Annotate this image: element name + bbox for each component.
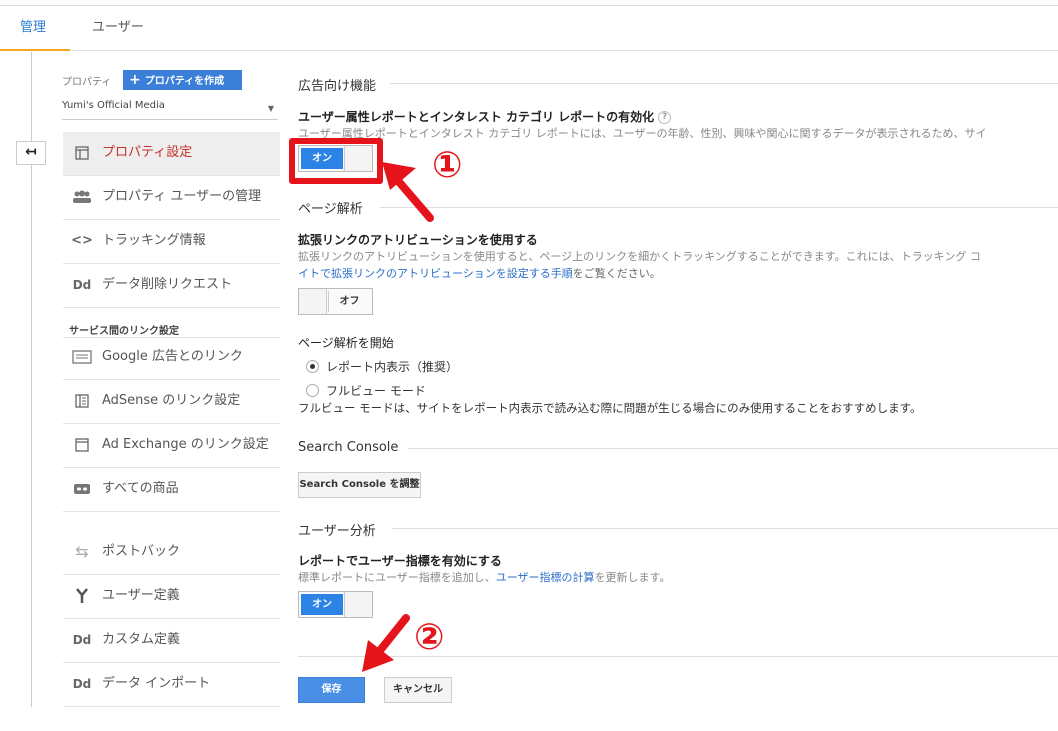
ads-icon — [71, 336, 93, 382]
property-icon — [71, 132, 93, 178]
sidebar-item-label: ポストバック — [102, 544, 181, 559]
user-metrics-desc-rest: を更新します。 — [594, 571, 671, 584]
radio-selected-icon — [306, 360, 319, 373]
ad-features-title-text: ユーザー属性レポートとインタレスト カテゴリ レポートの有効化 — [298, 110, 655, 124]
start-page-analytics-title: ページ解析を開始 — [298, 336, 394, 350]
sidebar-item-label: データ インポート — [102, 676, 211, 691]
dd-icon: Dd — [72, 633, 92, 647]
divider — [392, 528, 1058, 529]
adsense-icon — [71, 380, 93, 426]
tab-admin[interactable]: 管理 — [0, 6, 70, 51]
radio-fullview-label: フルビュー モード — [326, 384, 426, 398]
dd-icon: Dd — [72, 278, 92, 292]
plus-icon: + — [129, 72, 141, 88]
ad-features-title: ユーザー属性レポートとインタレスト カテゴリ レポートの有効化? — [298, 108, 672, 125]
sidebar-item-label: すべての商品 — [102, 481, 179, 496]
sidebar-item-ad-exchange[interactable]: Ad Exchange のリンク設定 — [63, 424, 280, 468]
help-icon[interactable]: ? — [658, 111, 672, 124]
enhanced-link-toggle[interactable]: オフ — [298, 288, 373, 315]
postback-icon: ⇆ — [75, 542, 89, 561]
property-label: プロパティ — [62, 77, 112, 88]
fork-icon — [71, 575, 93, 622]
radio-inpage-label: レポート内表示（推奨） — [326, 360, 459, 374]
ad-features-description: ユーザー属性レポートとインタレスト カテゴリ レポートには、ユーザーの年齢、性別… — [298, 127, 987, 140]
divider — [380, 207, 1058, 208]
section-page-analytics: ページ解析 — [298, 202, 363, 217]
create-property-button[interactable]: + プロパティを作成 — [123, 70, 242, 90]
adexchange-icon — [71, 424, 93, 470]
user-metrics-link[interactable]: ユーザー指標の計算 — [496, 571, 595, 584]
enhanced-link-help-link[interactable]: イトで拡張リンクのアトリビューションを設定する手順 — [298, 267, 573, 280]
sidebar-item-data-import[interactable]: Dd データ インポート — [63, 663, 280, 707]
toggle-off-label: オフ — [328, 291, 370, 312]
sidebar-item-google-ads[interactable]: Google 広告とのリンク — [63, 336, 280, 380]
toggle-knob — [299, 289, 327, 314]
user-metrics-desc-text: 標準レポートにユーザー指標を追加し、 — [298, 571, 496, 584]
sidebar-item-data-deletion[interactable]: Dd データ削除リクエスト — [63, 264, 280, 308]
sidebar-item-user-definition[interactable]: ユーザー定義 — [63, 575, 280, 619]
tab-user[interactable]: ユーザー — [72, 6, 164, 51]
toggle-on-label: オン — [301, 594, 343, 615]
sidebar-item-label: トラッキング情報 — [102, 233, 206, 248]
caret-down-icon: ▼ — [267, 104, 274, 113]
annotation-arrow-two — [362, 614, 410, 672]
sidebar-item-label: データ削除リクエスト — [102, 277, 233, 292]
sidebar-item-custom-definition[interactable]: Dd カスタム定義 — [63, 619, 280, 663]
enhanced-link-desc-rest: をご覧ください。 — [572, 267, 661, 280]
section-user-analysis: ユーザー分析 — [298, 524, 376, 539]
divider — [390, 83, 1058, 84]
user-metrics-title: レポートでユーザー指標を有効にする — [298, 554, 502, 568]
sidebar-item-property-settings[interactable]: プロパティ設定 — [63, 132, 280, 176]
dd-icon: Dd — [72, 677, 92, 691]
users-icon — [71, 176, 93, 222]
sidebar-item-label: ユーザー定義 — [102, 588, 180, 603]
radio-inpage[interactable]: レポート内表示（推奨） — [306, 358, 458, 375]
create-property-label: プロパティを作成 — [144, 76, 225, 87]
save-button[interactable]: 保存 — [298, 677, 365, 703]
section-title: サービス間のリンク設定 — [69, 326, 179, 337]
highlight-box — [289, 138, 383, 184]
annotation-two: ② — [414, 617, 445, 658]
annotation-arrow-one — [382, 162, 434, 222]
sidebar-item-tracking[interactable]: <> トラッキング情報 — [63, 220, 280, 264]
sidebar-item-label: プロパティ ユーザーの管理 — [102, 189, 262, 204]
property-name: Yumi's Official Media — [62, 100, 165, 111]
search-console-button[interactable]: Search Console を調整 — [298, 472, 421, 498]
sidebar-item-label: カスタム定義 — [102, 632, 181, 647]
link-icon — [71, 468, 93, 514]
sidebar-item-label: Ad Exchange のリンク設定 — [102, 437, 269, 452]
divider — [408, 448, 1058, 449]
radio-unselected-icon — [306, 384, 319, 397]
sidebar-item-label: Google 広告とのリンク — [102, 349, 243, 364]
back-arrow-icon[interactable]: ↤ — [16, 141, 46, 165]
code-icon: <> — [71, 233, 93, 248]
section-ad-features: 広告向け機能 — [298, 79, 377, 94]
section-search-console: Search Console — [298, 440, 399, 455]
sidebar-item-label: AdSense のリンク設定 — [102, 393, 241, 408]
property-selector[interactable]: Yumi's Official Media ▼ — [62, 100, 278, 120]
sidebar-item-postback[interactable]: ⇆ ポストバック — [63, 531, 280, 575]
sidebar-item-adsense[interactable]: AdSense のリンク設定 — [63, 380, 280, 424]
sidebar-item-all-products[interactable]: すべての商品 — [63, 468, 280, 512]
enhanced-link-title: 拡張リンクのアトリビューションを使用する — [298, 233, 538, 247]
sidebar-item-user-management[interactable]: プロパティ ユーザーの管理 — [63, 176, 280, 220]
fullview-description: フルビュー モードは、サイトをレポート内表示で読み込む際に問題が生じる場合にのみ… — [298, 401, 922, 415]
sidebar-item-label: プロパティ設定 — [102, 145, 193, 160]
radio-fullview[interactable]: フルビュー モード — [306, 382, 426, 399]
user-metrics-description: 標準レポートにユーザー指標を追加し、ユーザー指標の計算を更新します。 — [298, 569, 1058, 585]
cancel-button[interactable]: キャンセル — [384, 677, 452, 703]
enhanced-link-description-2: イトで拡張リンクのアトリビューションを設定する手順をご覧ください。 — [298, 265, 1058, 281]
enhanced-link-description: 拡張リンクのアトリビューションを使用すると、ページ上のリンクを細かくトラッキング… — [298, 250, 981, 263]
